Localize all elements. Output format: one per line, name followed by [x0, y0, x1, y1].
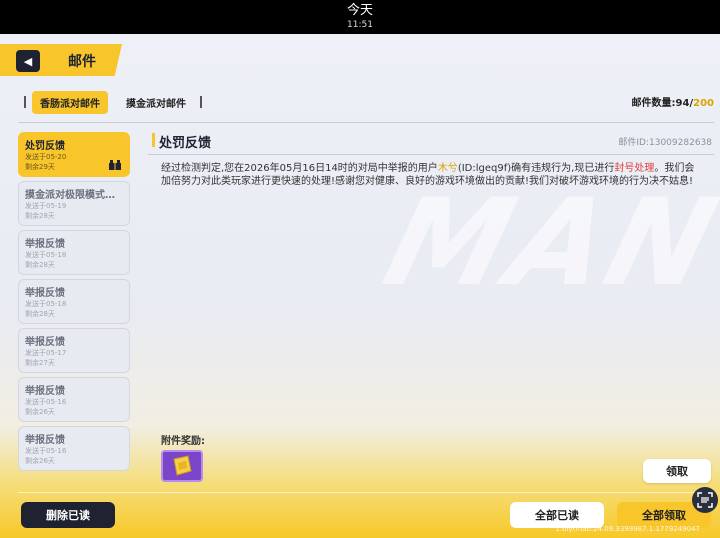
mail-item-remain: 剩余26天 [25, 457, 55, 465]
status-time: 11:51 [347, 20, 373, 30]
mail-item-sent: 发送于05-18 [25, 300, 67, 308]
mail-count-max: 200 [693, 98, 714, 109]
mail-item[interactable]: 举报反馈 发送于05-17 剩余27天 [18, 328, 130, 373]
mail-item[interactable]: 举报反馈 发送于05-16 剩余26天 [18, 377, 130, 422]
status-day: 今天 [346, 3, 373, 18]
mail-item-sent: 发送于05-18 [25, 251, 67, 259]
mail-item-title: 处罚反馈 [25, 141, 65, 152]
mail-tabs: 香肠派对邮件 摸金派对邮件 [18, 90, 208, 114]
mail-item[interactable]: 举报反馈 发送于05-18 剩余28天 [18, 279, 130, 324]
status-bar: 今天 11:51 [0, 0, 720, 34]
mail-id: 邮件ID:13009282638 [618, 138, 712, 148]
divider [148, 154, 714, 155]
mail-detail-title: 处罚反馈 [159, 136, 212, 151]
tab-sausage-party-mail[interactable]: 香肠派对邮件 [32, 90, 108, 114]
tab-divider [24, 96, 26, 108]
scan-icon [697, 492, 713, 508]
divider [18, 122, 714, 123]
floating-scan-button[interactable] [692, 487, 718, 513]
mail-list[interactable]: 处罚反馈 发送于05-20 剩余29天 摸金派对极限模式开放… 发送于05-19… [18, 132, 130, 484]
page-title: 邮件 [68, 54, 96, 70]
mail-item-remain: 剩余26天 [25, 408, 55, 416]
mail-item-remain: 剩余28天 [25, 261, 55, 269]
mail-item-title: 举报反馈 [25, 288, 65, 299]
delete-read-button[interactable]: 删除已读 [21, 502, 115, 528]
body-text-1: 经过检测判定,您在2026年05月16日14时的对局中举报的用户 [161, 163, 438, 174]
version-watermark: 1.0ly(mab.24.09.3399987.1.1779249047 [555, 525, 700, 533]
mail-count-current: 94 [675, 98, 690, 109]
back-button[interactable]: ◀ [16, 50, 40, 72]
body-text-2: (ID:lgeq9f)确有违规行为,现已进行 [457, 163, 615, 174]
mail-item[interactable]: 摸金派对极限模式开放… 发送于05-19 剩余28天 [18, 181, 130, 226]
mail-item-title: 举报反馈 [25, 239, 65, 250]
mail-item-title: 举报反馈 [25, 435, 65, 446]
mail-item-remain: 剩余28天 [25, 212, 55, 220]
reported-user-name: 木兮 [437, 163, 458, 174]
mail-item-sent: 发送于05-19 [25, 202, 67, 210]
mail-item-sent: 发送于05-17 [25, 349, 67, 357]
mail-item-selected[interactable]: 处罚反馈 发送于05-20 剩余29天 [18, 132, 130, 177]
attachment-label: 附件奖励: [161, 436, 205, 447]
mail-item[interactable]: 举报反馈 发送于05-18 剩余28天 [18, 230, 130, 275]
divider [18, 492, 714, 493]
mail-window: MAN ◀ 邮件 香肠派对邮件 摸金派对邮件 邮件数量:94/200 处罚反馈 … [0, 34, 720, 538]
mail-item-sent: 发送于05-16 [25, 447, 67, 455]
collect-button[interactable]: 领取 [643, 459, 711, 483]
background-decoration: MAN [371, 174, 720, 313]
attachment-reward-item[interactable] [161, 450, 203, 482]
mail-body: 经过检测判定,您在2026年05月16日14时的对局中举报的用户木兮(ID:lg… [161, 162, 701, 188]
back-arrow-icon: ◀ [23, 54, 33, 68]
mail-count: 邮件数量:94/200 [632, 94, 714, 109]
mail-item-remain: 剩余27天 [25, 359, 55, 367]
mail-item[interactable]: 举报反馈 发送于05-16 剩余26天 [18, 426, 130, 471]
mail-item-remain: 剩余28天 [25, 310, 55, 318]
mail-item-sent: 发送于05-16 [25, 398, 67, 406]
tab-divider [200, 96, 202, 108]
mail-item-title: 摸金派对极限模式开放… [25, 190, 123, 201]
mail-item-title: 举报反馈 [25, 386, 65, 397]
penalty-text: 封号处理 [614, 163, 655, 174]
mail-count-label: 邮件数量: [631, 98, 676, 109]
gift-icon [109, 160, 121, 170]
mail-item-title: 举报反馈 [25, 337, 65, 348]
reward-card-icon [173, 455, 192, 476]
tab-gold-party-mail[interactable]: 摸金派对邮件 [118, 91, 194, 114]
title-accent [152, 133, 155, 147]
